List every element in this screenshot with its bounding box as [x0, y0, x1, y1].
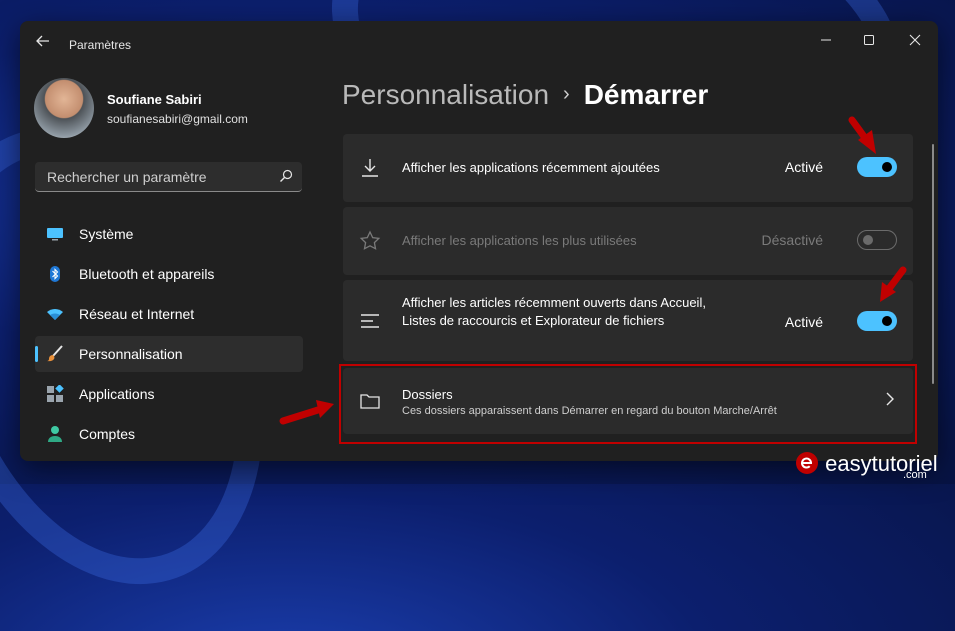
watermark-tld: .com	[903, 469, 927, 481]
annotation-arrow-icon[interactable]	[880, 266, 907, 302]
annotation-arrow-icon[interactable]	[848, 116, 876, 154]
watermark: easytutoriel .com	[795, 451, 938, 481]
annotation-layer	[279, 116, 907, 425]
easytutoriel-logo-icon	[796, 452, 818, 474]
annotation-arrow-icon[interactable]	[279, 400, 334, 425]
